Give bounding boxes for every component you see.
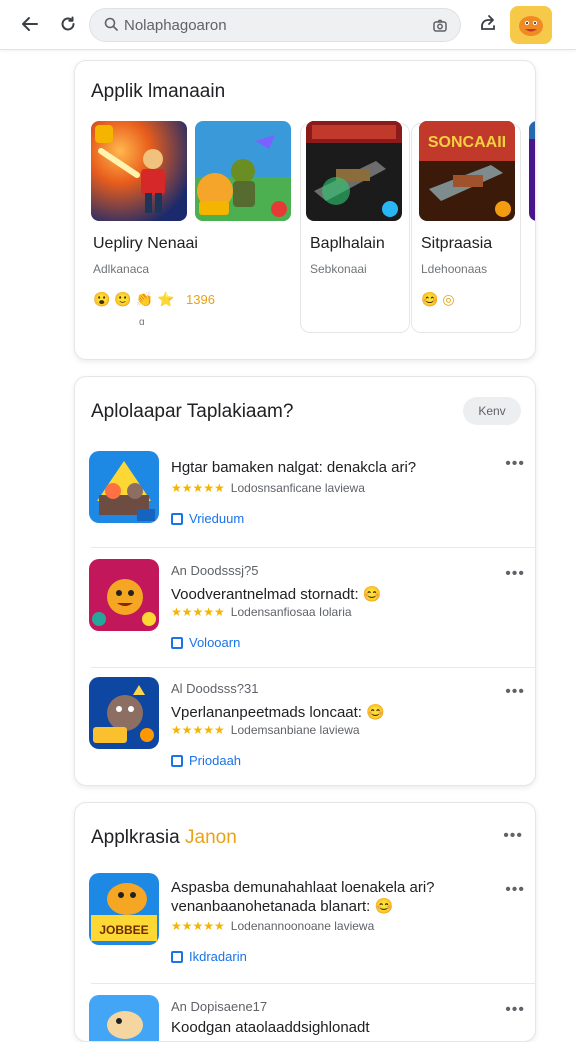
install-link[interactable]: Volooarn bbox=[171, 635, 240, 650]
lens-icon[interactable] bbox=[432, 18, 448, 34]
emoji-icon: 😊 bbox=[362, 586, 382, 603]
list-item[interactable]: Hgtar bamaken nalgat: denakcla ari? ★★★★… bbox=[75, 443, 535, 547]
more-options-icon[interactable]: ••• bbox=[505, 881, 525, 899]
featured-tile[interactable]: Baplhalain Sebkonaai bbox=[300, 61, 410, 333]
list-item[interactable]: An Doodsssj?5 Voodverantnelmad stornadt:… bbox=[75, 549, 535, 667]
search-input[interactable] bbox=[124, 9, 424, 41]
browser-toolbar bbox=[0, 0, 576, 50]
game-thumbnail[interactable] bbox=[306, 121, 402, 221]
reload-icon[interactable] bbox=[54, 10, 82, 38]
app-title-line2: venanbaanohetanada blanart: 😊 bbox=[171, 898, 394, 915]
link-icon bbox=[171, 512, 183, 525]
app-title[interactable]: Aspasba demunahahlaat loenakela ari? bbox=[171, 879, 435, 896]
featured-card: Applik lmanaain Uepliry Nenaai Adlkanaca… bbox=[74, 60, 536, 360]
app-title[interactable]: Voodverantnelmad stornadt: 😊 bbox=[171, 585, 381, 603]
avatar[interactable] bbox=[510, 6, 552, 44]
app-icon[interactable] bbox=[89, 995, 159, 1041]
game-thumbnail[interactable] bbox=[195, 121, 291, 221]
app-title[interactable]: Vperlananpeetmads loncaat: 😊 bbox=[171, 703, 385, 721]
app-list-card: Aplolaapar Taplakiaam? Kenv Hgtar bamake… bbox=[74, 376, 536, 786]
rating-stars: ★★★★★ Lodensanfiosaa Iolaria bbox=[171, 605, 352, 619]
more-button[interactable]: Kenv bbox=[463, 397, 521, 425]
app-title[interactable]: Koodgan ataolaaddsighlonadt bbox=[171, 1019, 370, 1036]
review-count: Lodenannoonoane laviewa bbox=[230, 919, 375, 933]
section-title-accent: Janon bbox=[185, 827, 237, 848]
app-icon[interactable] bbox=[89, 559, 159, 631]
game-thumbnail[interactable] bbox=[91, 121, 187, 221]
featured-tile[interactable]: Uepliry Nenaai Adlkanaca 😮 🙂 👏 ⭐ 1396 ɑ bbox=[91, 61, 215, 333]
install-label: Vrieduum bbox=[189, 511, 245, 526]
tile-name: Uepliry Nenaai bbox=[93, 235, 198, 252]
section-title: Aplolaapar Taplakiaam? bbox=[91, 401, 294, 422]
app-icon[interactable] bbox=[89, 677, 159, 749]
tile-subtitle: Sebkonaai bbox=[310, 262, 367, 276]
tile-subtitle: Ldehoonaas bbox=[421, 262, 488, 276]
tile-name: Baplhalain bbox=[310, 235, 385, 252]
rating-stars: ★★★★★ Lodosnsanficane laviewa bbox=[171, 481, 365, 495]
thumb-title: SONCAAII bbox=[428, 134, 506, 151]
app-kicker: Al Doodsss?31 bbox=[171, 681, 259, 696]
more-options-icon[interactable]: ••• bbox=[505, 1001, 525, 1019]
emoji-icon: 😊 bbox=[366, 704, 385, 721]
divider bbox=[91, 547, 535, 548]
tile-tiny-label: ɑ bbox=[139, 317, 145, 328]
app-kicker: An Dopisaene17 bbox=[171, 999, 268, 1014]
icon-caption: JOBBEE bbox=[99, 923, 148, 937]
emoji-icon: 😮 🙂 👏 ⭐ bbox=[93, 291, 175, 307]
game-thumbnail[interactable]: SONCAAII bbox=[419, 121, 515, 221]
app-icon[interactable]: JOBBEE bbox=[89, 873, 159, 945]
app-title[interactable]: Hgtar bamaken nalgat: denakcla ari? bbox=[171, 459, 416, 476]
install-label: Volooarn bbox=[189, 635, 241, 650]
search-icon bbox=[104, 17, 118, 31]
featured-tile[interactable] bbox=[195, 61, 295, 333]
install-link[interactable]: Priodaah bbox=[171, 753, 241, 768]
featured-tile[interactable] bbox=[529, 61, 535, 333]
rating-stars: ★★★★★ Lodemsanbiane laviewa bbox=[171, 723, 360, 737]
more-options-icon[interactable]: ••• bbox=[505, 455, 525, 473]
install-link[interactable]: Ikdradarin bbox=[171, 949, 247, 964]
link-icon bbox=[171, 754, 183, 767]
featured-tile[interactable]: SONCAAII Sitpraasia Ldehoonaas 😊 ◎ bbox=[411, 61, 523, 333]
more-options-icon[interactable]: ••• bbox=[505, 683, 525, 701]
app-kicker: An Doodsssj?5 bbox=[171, 563, 259, 578]
tile-subtitle: Adlkanaca bbox=[93, 262, 150, 276]
back-arrow-icon[interactable] bbox=[16, 10, 44, 38]
list-item[interactable]: An Dopisaene17 Koodgan ataolaaddsighlona… bbox=[75, 985, 535, 1041]
emoji-icon: 😊 ◎ bbox=[421, 291, 455, 307]
divider bbox=[91, 983, 535, 984]
app-list-card: Applkrasia Janon ••• JOBBEE Aspasba demu… bbox=[74, 802, 536, 1042]
link-icon bbox=[171, 636, 183, 649]
install-label: Ikdradarin bbox=[189, 949, 247, 964]
review-count: Lodensanfiosaa Iolaria bbox=[230, 605, 352, 619]
install-label: Priodaah bbox=[189, 753, 242, 768]
review-count: Lodemsanbiane laviewa bbox=[230, 723, 360, 737]
more-options-icon[interactable]: ••• bbox=[503, 827, 523, 845]
rating-stars: ★★★★★ Lodenannoonoane laviewa bbox=[171, 919, 375, 933]
tile-rating: 😊 ◎ bbox=[421, 291, 455, 308]
app-icon[interactable] bbox=[89, 451, 159, 523]
emoji-icon: 😊 bbox=[374, 898, 394, 915]
tile-name: Sitpraasia bbox=[421, 235, 493, 252]
link-icon bbox=[171, 950, 183, 963]
divider bbox=[91, 667, 535, 668]
install-link[interactable]: Vrieduum bbox=[171, 511, 244, 526]
list-item[interactable]: JOBBEE Aspasba demunahahlaat loenakela a… bbox=[75, 865, 535, 983]
more-options-icon[interactable]: ••• bbox=[505, 565, 525, 583]
section-title: Applkrasia Janon bbox=[91, 827, 237, 848]
share-icon[interactable] bbox=[474, 10, 502, 38]
review-count: Lodosnsanficane laviewa bbox=[230, 481, 365, 495]
list-item[interactable]: Al Doodsss?31 Vperlananpeetmads loncaat:… bbox=[75, 669, 535, 785]
address-bar[interactable] bbox=[89, 8, 461, 42]
game-thumbnail[interactable] bbox=[529, 121, 535, 221]
